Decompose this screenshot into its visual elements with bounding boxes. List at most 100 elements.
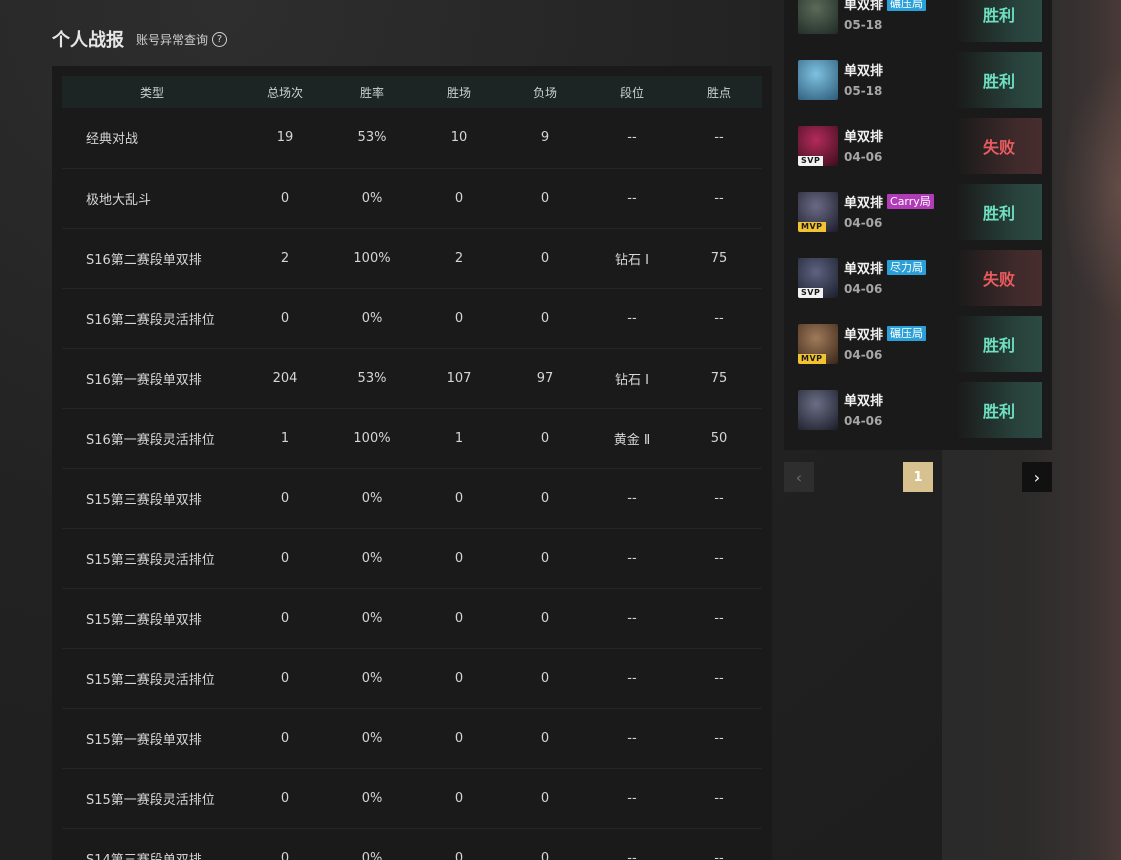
- match-date: 05-18: [844, 84, 883, 98]
- cell-losses: 0: [540, 670, 550, 686]
- cell-losses: 0: [540, 190, 550, 206]
- cell-wins: 0: [454, 310, 464, 326]
- cell-lp: 75: [710, 370, 728, 386]
- match-item[interactable]: SVP 单双排 04-06 失败: [784, 118, 1052, 174]
- cell-type: S16第一赛段灵活排位: [86, 432, 215, 448]
- champion-avatar: [798, 0, 838, 34]
- cell-total: 0: [280, 790, 290, 806]
- stats-row: 极地大乱斗 0 0% 0 0 -- --: [62, 168, 762, 228]
- match-tag: 碾压局: [887, 0, 927, 11]
- match-mode: 单双排: [844, 390, 883, 409]
- match-mode: 单双排 碾压局: [844, 0, 927, 13]
- cell-winrate: 0%: [361, 310, 383, 326]
- match-item[interactable]: 单双排 04-06 胜利: [784, 382, 1052, 438]
- champion-avatar: MVP: [798, 324, 838, 364]
- cell-type: S16第二赛段灵活排位: [86, 312, 215, 328]
- cell-winrate: 0%: [361, 670, 383, 686]
- champion-avatar: SVP: [798, 126, 838, 166]
- stats-row: 经典对战 19 53% 10 9 -- --: [62, 108, 762, 168]
- cell-total: 0: [280, 730, 290, 746]
- cell-winrate: 53%: [357, 370, 387, 386]
- cell-winrate: 0%: [361, 790, 383, 806]
- cell-losses: 0: [540, 430, 550, 446]
- match-mode: 单双排 碾压局: [844, 324, 927, 343]
- column-header-losses: 负场: [502, 76, 588, 108]
- cell-rank: 钻石 Ⅰ: [615, 252, 649, 268]
- cell-type: S15第三赛段灵活排位: [86, 552, 215, 568]
- column-header-total: 总场次: [242, 76, 328, 108]
- stats-row: S15第二赛段单双排 0 0% 0 0 -- --: [62, 588, 762, 648]
- cell-rank: --: [627, 730, 637, 746]
- stats-row: S15第一赛段灵活排位 0 0% 0 0 -- --: [62, 768, 762, 828]
- cell-type: S14第三赛段单双排: [86, 852, 202, 860]
- cell-lp: 75: [710, 250, 728, 266]
- cell-wins: 0: [454, 670, 464, 686]
- stats-row: S14第三赛段单双排 0 0% 0 0 -- --: [62, 828, 762, 860]
- cell-losses: 0: [540, 310, 550, 326]
- cell-losses: 97: [536, 370, 554, 386]
- cell-winrate: 0%: [361, 730, 383, 746]
- mvp-badge: MVP: [798, 222, 826, 232]
- match-mode-label: 单双排: [844, 328, 884, 343]
- cell-total: 0: [280, 190, 290, 206]
- champion-avatar: MVP: [798, 192, 838, 232]
- stats-panel: 类型 总场次 胜率 胜场 负场 段位 胜点 经典对战 19 53% 10 9 -- -- 极地…: [52, 66, 772, 860]
- cell-type: S15第一赛段灵活排位: [86, 792, 215, 808]
- match-mode: 单双排 Carry局: [844, 192, 934, 211]
- match-item[interactable]: SVP 单双排 尽力局 04-06 失败: [784, 250, 1052, 306]
- match-date: 04-06: [844, 414, 883, 428]
- cell-winrate: 0%: [361, 190, 383, 206]
- cell-type: S16第二赛段单双排: [86, 252, 202, 268]
- cell-wins: 0: [454, 730, 464, 746]
- column-header-type: 类型: [62, 76, 242, 108]
- cell-losses: 9: [540, 130, 550, 146]
- cell-rank: --: [627, 490, 637, 506]
- pagination-prev-button[interactable]: ‹: [784, 462, 814, 492]
- match-mode-label: 单双排: [844, 394, 884, 409]
- stats-row: S15第三赛段灵活排位 0 0% 0 0 -- --: [62, 528, 762, 588]
- cell-lp: --: [714, 490, 724, 506]
- cell-total: 19: [276, 130, 294, 146]
- match-item[interactable]: MVP 单双排 Carry局 04-06 胜利: [784, 184, 1052, 240]
- pagination-next-button[interactable]: ›: [1022, 462, 1052, 492]
- help-icon[interactable]: ?: [212, 31, 228, 47]
- match-item[interactable]: MVP 单双排 碾压局 04-06 胜利: [784, 316, 1052, 372]
- stats-table-body: 经典对战 19 53% 10 9 -- -- 极地大乱斗 0 0% 0 0 -- -- S16第二赛段单双排…: [62, 108, 762, 860]
- cell-rank: --: [627, 310, 637, 326]
- cell-rank: --: [627, 850, 637, 860]
- cell-total: 1: [280, 430, 290, 446]
- champion-avatar: [798, 390, 838, 430]
- match-result: 失败: [956, 250, 1042, 306]
- match-item[interactable]: 单双排 05-18 胜利: [784, 52, 1052, 108]
- cell-type: S15第二赛段单双排: [86, 612, 202, 628]
- svp-badge: SVP: [798, 288, 824, 298]
- cell-rank: --: [627, 190, 637, 206]
- cell-losses: 0: [540, 550, 550, 566]
- cell-winrate: 53%: [357, 130, 387, 146]
- match-history-list: 单双排 碾压局 05-18 胜利 单双排 05-18 胜利 SVP 单双排 04-06 失败 MVP 单…: [784, 0, 1052, 450]
- cell-losses: 0: [540, 730, 550, 746]
- stats-row: S16第一赛段灵活排位 1 100% 1 0 黄金 Ⅱ 50: [62, 408, 762, 468]
- match-result: 失败: [956, 118, 1042, 174]
- match-result: 胜利: [956, 52, 1042, 108]
- cell-losses: 0: [540, 490, 550, 506]
- cell-wins: 0: [454, 490, 464, 506]
- match-mode-label: 单双排: [844, 262, 884, 277]
- cell-winrate: 0%: [361, 610, 383, 626]
- match-mode-label: 单双排: [844, 64, 884, 79]
- champion-avatar: SVP: [798, 258, 838, 298]
- abnormal-query-link[interactable]: 账号异常查询 ?: [136, 31, 228, 48]
- stats-row: S15第二赛段灵活排位 0 0% 0 0 -- --: [62, 648, 762, 708]
- cell-type: S16第一赛段单双排: [86, 372, 202, 388]
- cell-lp: --: [714, 790, 724, 806]
- cell-type: S15第一赛段单双排: [86, 732, 202, 748]
- mvp-badge: MVP: [798, 354, 826, 364]
- cell-total: 0: [280, 550, 290, 566]
- match-item[interactable]: 单双排 碾压局 05-18 胜利: [784, 0, 1052, 42]
- match-date: 04-06: [844, 216, 883, 230]
- cell-wins: 0: [454, 190, 464, 206]
- cell-type: S15第二赛段灵活排位: [86, 672, 215, 688]
- pagination-page-1[interactable]: 1: [903, 462, 933, 492]
- match-mode: 单双排: [844, 60, 883, 79]
- cell-total: 0: [280, 310, 290, 326]
